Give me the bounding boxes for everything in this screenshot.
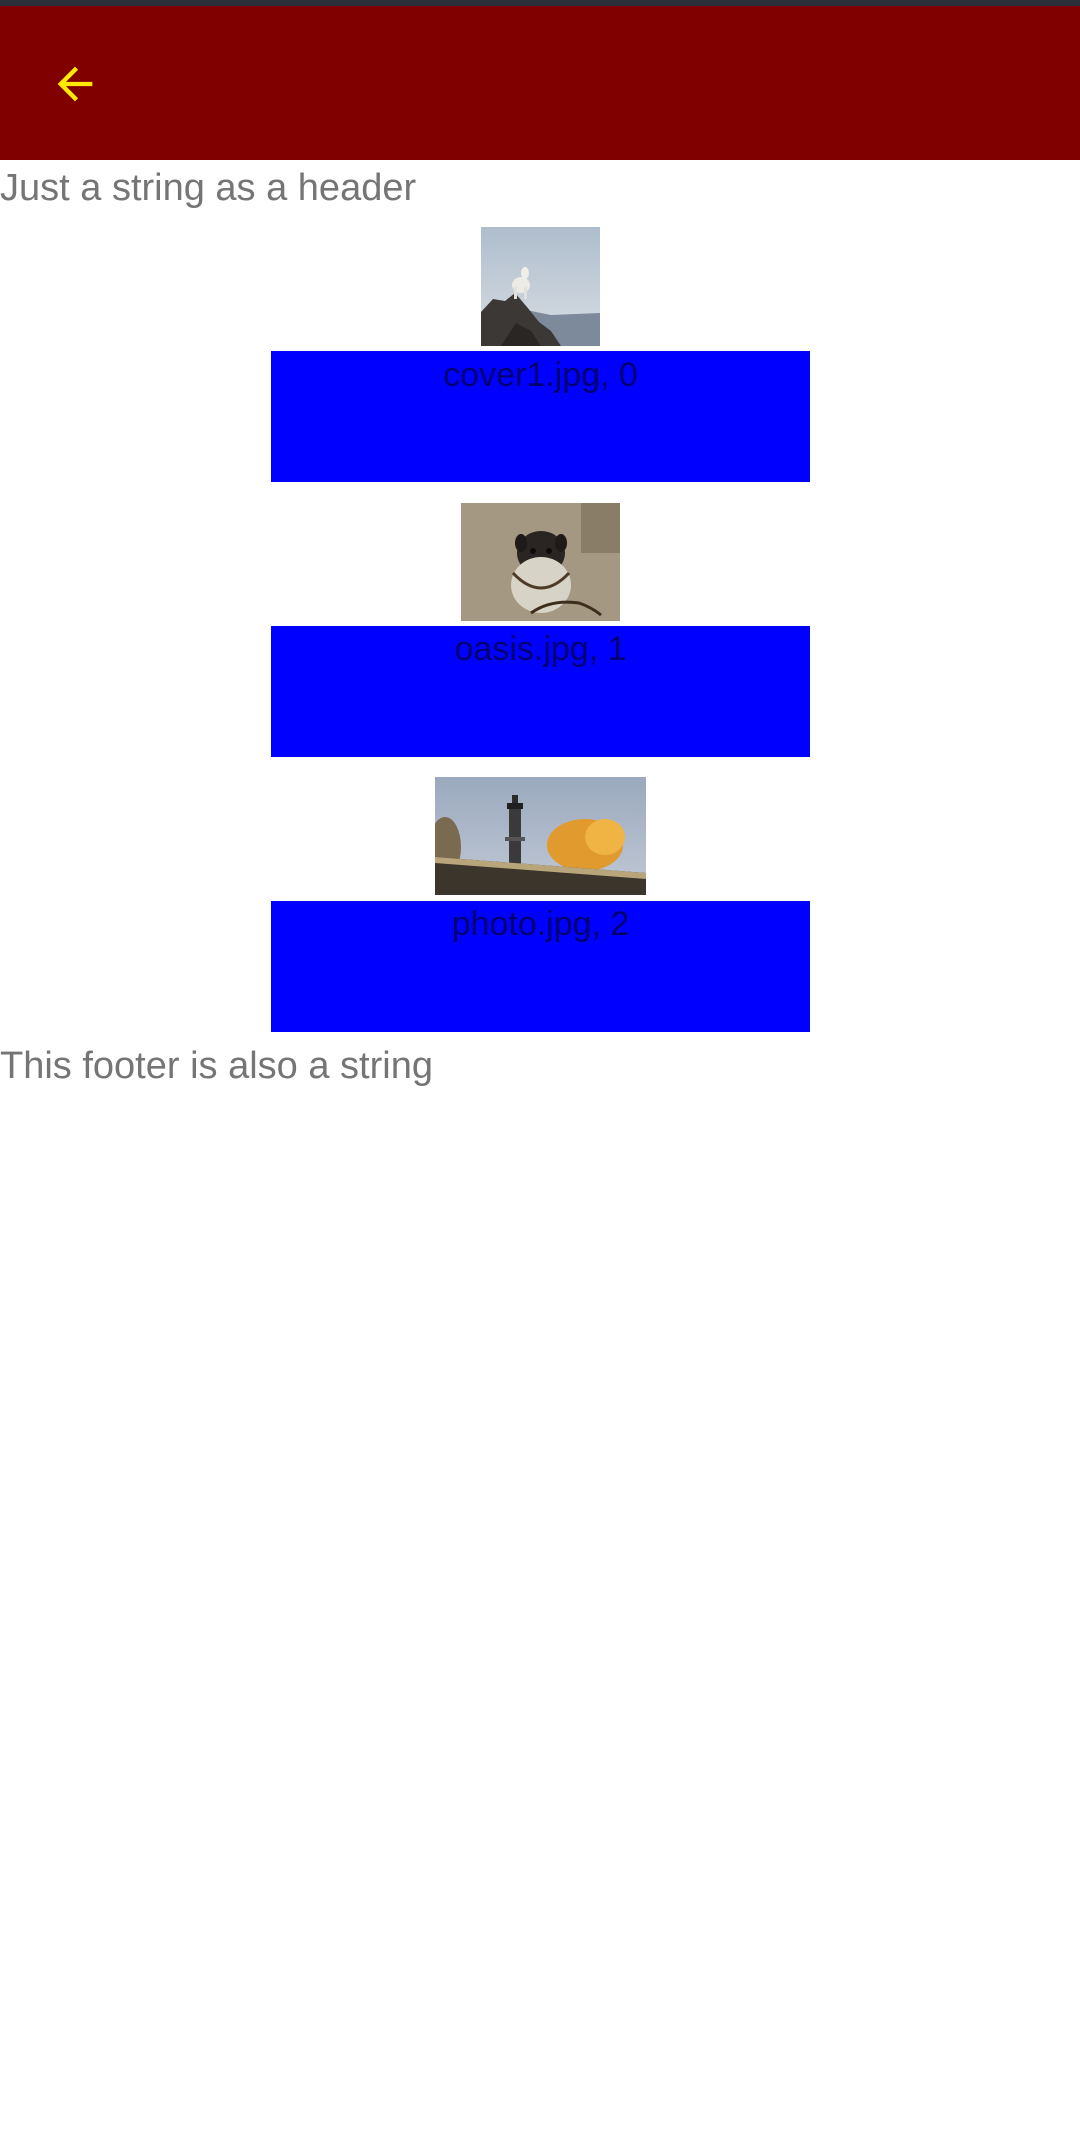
list-item[interactable]: oasis.jpg, 1 [271, 626, 810, 757]
list-item[interactable]: photo.jpg, 2 [271, 901, 810, 1032]
item-caption: photo.jpg, 2 [451, 905, 630, 943]
item-caption: cover1.jpg, 0 [443, 356, 638, 394]
arrow-left-icon [57, 66, 93, 102]
list-header: Just a string as a header [0, 167, 417, 209]
thumbnail-image[interactable] [461, 503, 620, 621]
item-caption: oasis.jpg, 1 [454, 630, 627, 668]
back-button[interactable] [40, 49, 110, 119]
list-footer: This footer is also a string [0, 1045, 433, 1087]
list-item[interactable]: cover1.jpg, 0 [271, 351, 810, 482]
thumbnail-image[interactable] [435, 777, 646, 895]
app-bar [0, 6, 1080, 160]
thumbnail-image[interactable] [481, 227, 600, 346]
